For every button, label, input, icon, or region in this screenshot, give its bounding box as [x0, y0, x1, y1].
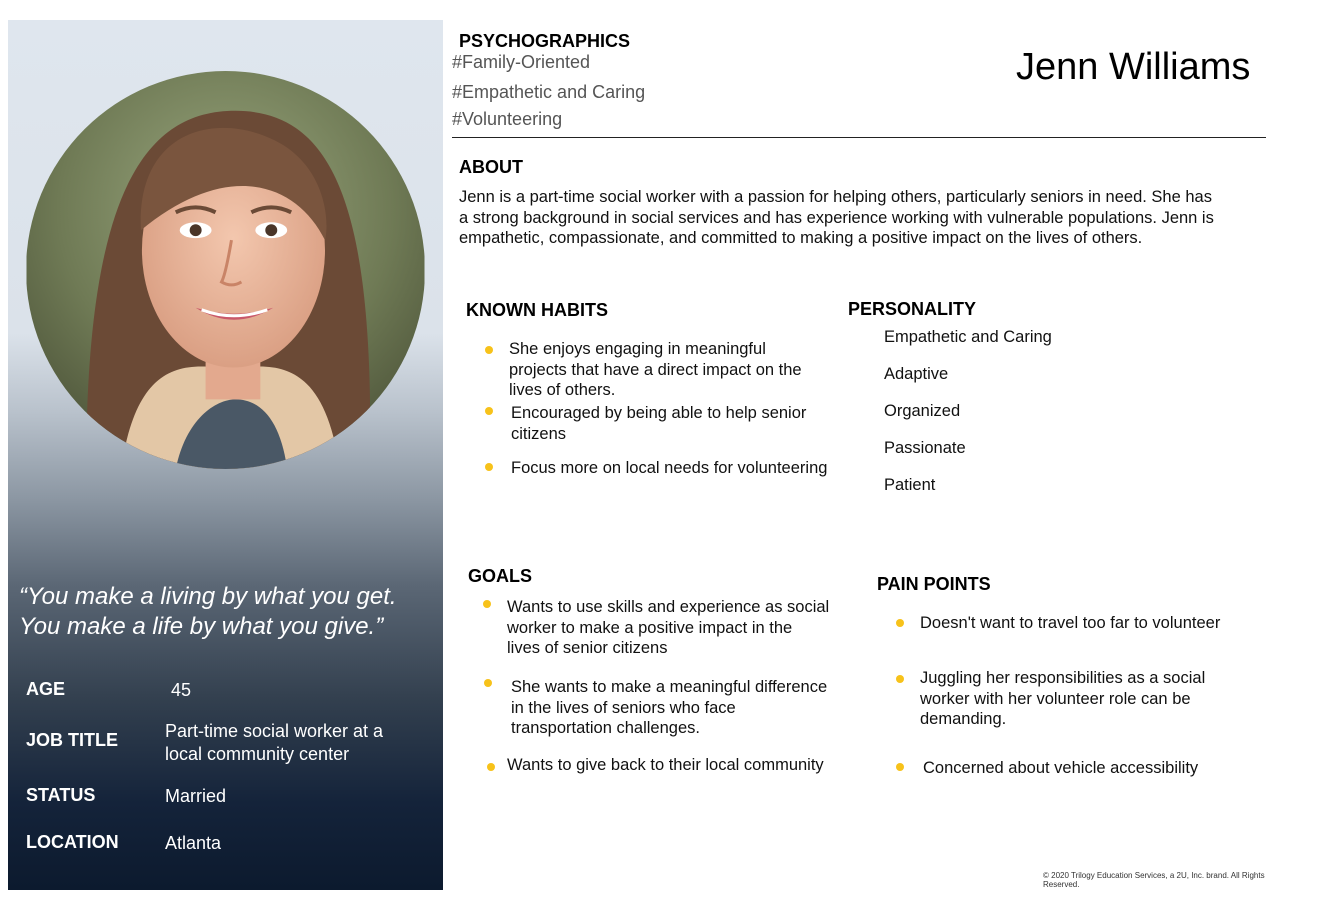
- list-item-line: Encouraged by being able to help senior: [511, 404, 807, 422]
- detail-value: 45: [171, 679, 191, 702]
- bullet-icon: [483, 600, 491, 608]
- pain-points-heading: PAIN POINTS: [877, 574, 991, 594]
- quote-line-1: “You make a living by what you get.: [19, 583, 397, 610]
- detail-value: Married: [165, 785, 226, 808]
- persona-quote: “You make a living by what you get. You …: [19, 582, 439, 642]
- list-item: Wants to give back to their local commun…: [507, 755, 824, 776]
- list-item: Focus more on local needs for volunteeri…: [511, 458, 827, 479]
- list-item-line: She enjoys engaging in meaningful: [509, 340, 766, 358]
- list-item-line: in the lives of seniors who face: [511, 698, 736, 717]
- psychographic-tag: #Family-Oriented: [452, 52, 591, 72]
- about-line: Jenn is a part-time social worker with a…: [459, 188, 1212, 206]
- list-item-line: citizens: [511, 424, 567, 443]
- list-item-line: Concerned about vehicle accessibility: [923, 759, 1199, 777]
- bullet-icon: [485, 346, 493, 354]
- bullet-icon: [487, 763, 495, 771]
- header-divider: [452, 137, 1266, 138]
- list-item-line: worker with her volunteer role can be: [920, 689, 1191, 708]
- list-item-line: Juggling her responsibilities as a socia…: [920, 669, 1206, 687]
- about-line: empathetic, compassionate, and committed…: [459, 229, 1143, 247]
- copyright-notice: © 2020 Trilogy Education Services, a 2U,…: [1043, 871, 1273, 889]
- quote-line-2: You make a life by what you give.”: [19, 613, 384, 640]
- personality-trait: Adaptive: [884, 365, 949, 383]
- list-item-line: demanding.: [920, 710, 1007, 728]
- detail-value: Part-time social worker at a local commu…: [165, 720, 383, 766]
- persona-name: Jenn Williams: [1016, 46, 1251, 88]
- personality-heading: PERSONALITY: [848, 299, 977, 319]
- copyright-line: Reserved.: [1043, 880, 1080, 889]
- detail-label: JOB TITLE: [26, 730, 119, 750]
- list-item: Juggling her responsibilities as a socia…: [920, 668, 1205, 730]
- bullet-icon: [485, 407, 493, 415]
- detail-label: AGE: [26, 679, 66, 699]
- bullet-icon: [896, 619, 904, 627]
- detail-value-line: 45: [171, 680, 192, 700]
- copyright-line: © 2020 Trilogy Education Services, a 2U,…: [1043, 871, 1265, 880]
- personality-trait: Empathetic and Caring: [884, 328, 1052, 346]
- list-item-line: Wants to use skills and experience as so…: [507, 598, 830, 616]
- list-item-line: Focus more on local needs for volunteeri…: [511, 459, 828, 477]
- detail-value-line: local community center: [165, 744, 350, 764]
- list-item-line: lives of senior citizens: [507, 639, 668, 657]
- list-item: She wants to make a meaningful differenc…: [511, 677, 827, 739]
- personality-trait: Patient: [884, 476, 936, 494]
- about-line: a strong background in social services a…: [459, 208, 1214, 227]
- about-text: Jenn is a part-time social worker with a…: [459, 187, 1269, 249]
- psychographic-tag: #Empathetic and Caring: [452, 82, 646, 102]
- detail-value-line: Atlanta: [165, 833, 222, 853]
- list-item: Doesn't want to travel too far to volunt…: [920, 613, 1220, 634]
- detail-value: Atlanta: [165, 832, 221, 855]
- detail-label: STATUS: [26, 785, 96, 805]
- profile-panel: “You make a living by what you get. You …: [8, 20, 443, 890]
- list-item-line: worker to make a positive impact in the: [507, 618, 793, 637]
- bullet-icon: [485, 463, 493, 471]
- list-item-line: Doesn't want to travel too far to volunt…: [920, 614, 1221, 632]
- detail-value-line: Part-time social worker at a: [165, 721, 384, 741]
- list-item-line: She wants to make a meaningful differenc…: [511, 678, 828, 696]
- list-item: Wants to use skills and experience as so…: [507, 597, 829, 659]
- profile-photo: [26, 71, 425, 469]
- known-habits-heading: KNOWN HABITS: [466, 300, 608, 320]
- bullet-icon: [896, 763, 904, 771]
- portrait-illustration: [26, 71, 425, 469]
- detail-label: LOCATION: [26, 832, 119, 852]
- goals-heading: GOALS: [468, 566, 533, 586]
- about-heading: ABOUT: [459, 157, 523, 177]
- bullet-icon: [484, 679, 492, 687]
- list-item: She enjoys engaging in meaningful projec…: [509, 339, 802, 401]
- list-item-line: transportation challenges.: [511, 719, 700, 737]
- list-item-line: projects that have a direct impact on th…: [509, 360, 802, 379]
- list-item-line: Wants to give back to their local commun…: [507, 756, 824, 774]
- bullet-icon: [896, 675, 904, 683]
- psychographic-tag: #Volunteering: [452, 109, 563, 129]
- list-item-line: lives of others.: [509, 381, 616, 399]
- list-item: Concerned about vehicle accessibility: [923, 758, 1198, 779]
- psychographics-heading: PSYCHOGRAPHICS: [459, 31, 631, 51]
- personality-trait: Passionate: [884, 439, 966, 457]
- personality-trait: Organized: [884, 402, 961, 420]
- detail-value-line: Married: [165, 786, 227, 806]
- list-item: Encouraged by being able to help senior …: [511, 403, 806, 444]
